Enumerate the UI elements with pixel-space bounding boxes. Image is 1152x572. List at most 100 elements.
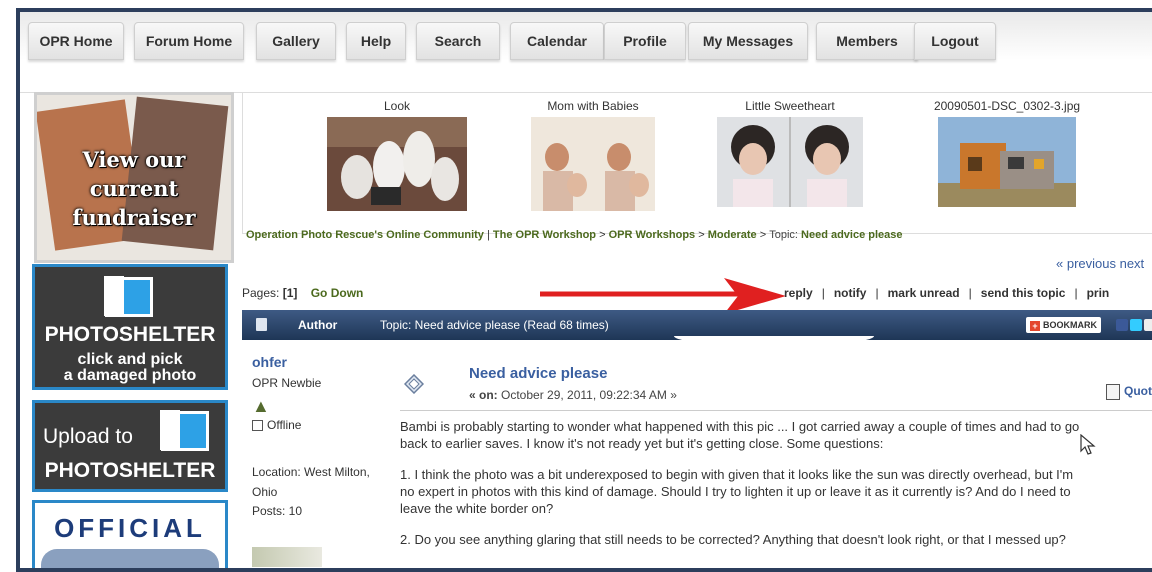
photoshelter-upload-banner[interactable]: Upload to PHOTOSHELTER bbox=[32, 400, 228, 492]
official-banner[interactable]: OFFICIAL bbox=[32, 500, 228, 568]
red-arrow-annotation bbox=[540, 278, 786, 314]
poster-info: ohfer OPR Newbie ▲ Offline Location: Wes… bbox=[252, 354, 392, 518]
gallery-thumbnail bbox=[327, 117, 467, 211]
author-column-header: Author bbox=[298, 318, 338, 332]
post-icon bbox=[404, 374, 424, 394]
action-separator: | bbox=[1074, 286, 1078, 300]
send-topic-button[interactable]: send this topic bbox=[981, 286, 1066, 300]
post-line: Bambi is probably starting to wonder wha… bbox=[400, 419, 1080, 434]
pages-label: Pages: bbox=[242, 286, 280, 300]
mark-unread-button[interactable]: mark unread bbox=[888, 286, 960, 300]
quote-icon bbox=[1106, 384, 1120, 400]
poster-post-count: Posts: 10 bbox=[252, 504, 303, 518]
gallery-caption: 20090501-DSC_0302-3.jpg bbox=[933, 99, 1081, 113]
fundraiser-line-2: current bbox=[89, 176, 179, 201]
gallery-caption: Look bbox=[383, 99, 411, 113]
gallery-item[interactable]: Look bbox=[327, 99, 467, 214]
post-line: no expert in photos with this kind of da… bbox=[400, 484, 1071, 499]
mouse-cursor-icon bbox=[1080, 434, 1096, 455]
breadcrumb-separator: | bbox=[487, 229, 490, 241]
offline-label: Offline bbox=[267, 418, 302, 432]
breadcrumb-workshops[interactable]: OPR Workshops bbox=[609, 229, 696, 241]
breadcrumb-level[interactable]: Moderate bbox=[708, 229, 757, 241]
topic-header-bar: Author Topic: Need advice please (Read 6… bbox=[242, 310, 1152, 346]
action-separator: | bbox=[968, 286, 972, 300]
current-page[interactable]: [1] bbox=[283, 286, 298, 300]
post-title[interactable]: Need advice please bbox=[469, 365, 607, 382]
bookmark-button[interactable]: + BOOKMARK bbox=[1026, 317, 1101, 333]
upload-to-text: Upload to bbox=[43, 425, 133, 448]
photoshelter-title: PHOTOSHELTER bbox=[44, 323, 216, 346]
breadcrumb-separator: > bbox=[698, 229, 705, 241]
rank-tree-icon: ▲ bbox=[252, 396, 270, 416]
fundraiser-text: View our current fundraiser bbox=[37, 145, 231, 232]
breadcrumb-workshop[interactable]: The OPR Workshop bbox=[493, 229, 596, 241]
poster-name[interactable]: ohfer bbox=[252, 354, 392, 370]
left-sidebar: View our current fundraiser PHOTOSHELTER… bbox=[32, 92, 234, 568]
gallery-thumbnail bbox=[938, 117, 1076, 207]
gallery-thumbnail bbox=[717, 117, 863, 207]
gallery-item[interactable]: Mom with Babies bbox=[531, 99, 655, 214]
post-date-value: October 29, 2011, 09:22:34 AM » bbox=[501, 388, 677, 402]
topic-book-icon bbox=[256, 318, 267, 331]
poster-rank: OPR Newbie bbox=[252, 376, 322, 390]
reply-button[interactable]: reply bbox=[784, 286, 813, 300]
photoshelter-line-1: click and pick bbox=[77, 351, 183, 368]
post-line: leave the white border on? bbox=[400, 501, 554, 516]
go-down-link[interactable]: Go Down bbox=[311, 286, 364, 300]
gallery-caption: Little Sweetheart bbox=[745, 99, 835, 113]
online-status: Offline bbox=[252, 418, 392, 432]
breadcrumb-topic-prefix: Topic: bbox=[769, 229, 798, 241]
nav-profile[interactable]: Profile bbox=[604, 22, 686, 60]
post-body: Bambi is probably starting to wonder wha… bbox=[400, 418, 1152, 562]
gallery-thumbnail bbox=[531, 117, 655, 211]
photoshelter-pick-banner[interactable]: PHOTOSHELTER click and pick a damaged ph… bbox=[32, 264, 228, 390]
avatar bbox=[252, 547, 322, 567]
nav-opr-home[interactable]: OPR Home bbox=[28, 22, 124, 60]
fundraiser-line-3: fundraiser bbox=[72, 205, 196, 230]
post-date-prefix: « on: bbox=[469, 388, 498, 402]
breadcrumb-separator: > bbox=[599, 229, 606, 241]
offline-status-icon bbox=[252, 419, 263, 431]
breadcrumb-topic[interactable]: Need advice please bbox=[801, 229, 903, 241]
bookmark-plus-icon: + bbox=[1030, 320, 1040, 331]
post-line: 2. Do you see anything glaring that stil… bbox=[400, 532, 1066, 547]
nav-calendar[interactable]: Calendar bbox=[510, 22, 604, 60]
post-divider bbox=[400, 410, 1152, 411]
twitter-icon[interactable] bbox=[1130, 319, 1142, 331]
post-line: back to earlier saves. I know it's not r… bbox=[400, 436, 884, 451]
gallery-item[interactable]: 20090501-DSC_0302-3.jpg bbox=[927, 99, 1087, 210]
header-notch bbox=[674, 336, 874, 346]
facebook-icon[interactable] bbox=[1116, 319, 1128, 331]
email-icon[interactable] bbox=[1144, 319, 1152, 331]
print-button[interactable]: prin bbox=[1087, 286, 1110, 300]
post-date: « on: October 29, 2011, 09:22:34 AM » bbox=[469, 388, 677, 402]
notify-button[interactable]: notify bbox=[834, 286, 867, 300]
previous-next-links[interactable]: « previous next bbox=[1056, 256, 1144, 271]
bookmark-label: BOOKMARK bbox=[1043, 320, 1097, 330]
pagination: Pages: [1] Go Down bbox=[242, 286, 363, 300]
nav-help[interactable]: Help bbox=[346, 22, 406, 60]
quote-button[interactable]: Quot bbox=[1106, 384, 1152, 400]
nav-gallery[interactable]: Gallery bbox=[256, 22, 336, 60]
photoshelter-cube-icon-2 bbox=[160, 410, 209, 451]
breadcrumb-separator: > bbox=[759, 229, 767, 241]
official-text: OFFICIAL bbox=[54, 513, 206, 543]
photoshelter-title-2: PHOTOSHELTER bbox=[44, 459, 216, 482]
nav-logout[interactable]: Logout bbox=[914, 22, 996, 60]
gallery-item[interactable]: Little Sweetheart bbox=[717, 99, 863, 210]
post-paragraph-1: Bambi is probably starting to wonder wha… bbox=[400, 418, 1152, 452]
nav-my-messages[interactable]: My Messages bbox=[688, 22, 808, 60]
breadcrumb: Operation Photo Rescue's Online Communit… bbox=[246, 229, 1152, 241]
breadcrumb-community[interactable]: Operation Photo Rescue's Online Communit… bbox=[246, 229, 484, 241]
official-banner-art bbox=[41, 549, 219, 568]
nav-forum-home[interactable]: Forum Home bbox=[134, 22, 244, 60]
gallery-strip: Look Mom with Babies Little Sweetheart 2… bbox=[242, 92, 1152, 234]
action-separator: | bbox=[821, 286, 825, 300]
browser-frame: OPR Home Forum Home Gallery Help Search … bbox=[16, 8, 1152, 572]
photoshelter-line-2: a damaged photo bbox=[63, 367, 197, 384]
fundraiser-banner[interactable]: View our current fundraiser bbox=[34, 92, 234, 263]
nav-members[interactable]: Members bbox=[816, 22, 918, 60]
nav-search[interactable]: Search bbox=[416, 22, 500, 60]
photoshelter-cube-icon bbox=[104, 276, 153, 317]
